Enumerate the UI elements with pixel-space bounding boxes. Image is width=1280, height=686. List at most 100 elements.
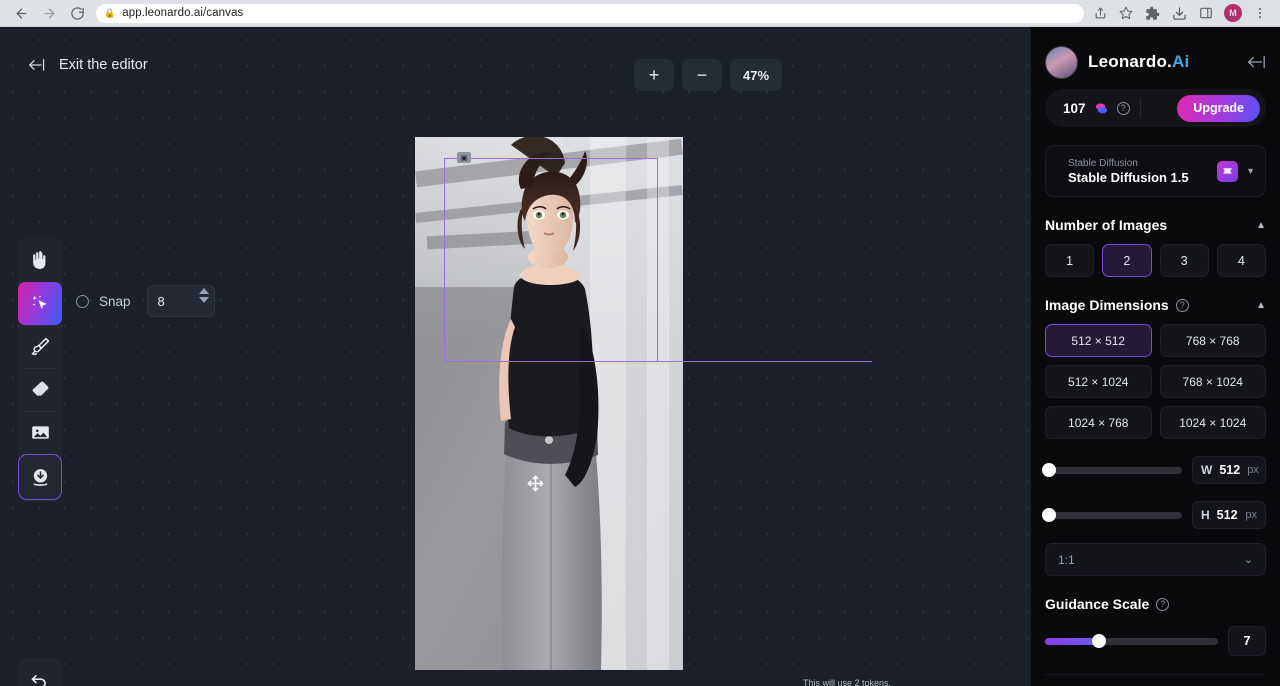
canvas-image[interactable] [415, 137, 683, 670]
brush-tool[interactable] [18, 325, 62, 368]
divider [1045, 674, 1266, 675]
chevron-down-icon[interactable]: ▼ [1246, 166, 1255, 176]
brand-avatar [1045, 46, 1078, 79]
url-text: app.leonardo.ai/canvas [122, 7, 243, 19]
hand-icon [30, 250, 51, 271]
image-tool[interactable] [18, 411, 62, 454]
token-usage-line: This will use 2 tokens. [793, 677, 891, 686]
browser-menu-button[interactable] [1248, 2, 1272, 24]
image-icon [30, 422, 51, 443]
collapse-panel-icon[interactable] [1246, 55, 1266, 69]
token-usage-note: This will use 2 tokens. 107 tokens remai… [793, 677, 891, 686]
image-count-option-4[interactable]: 4 [1217, 244, 1266, 277]
width-value: 512 [1219, 463, 1240, 477]
side-panel-icon [1199, 6, 1213, 20]
guidance-scale-knob[interactable] [1092, 634, 1106, 648]
bookmark-button[interactable] [1114, 2, 1138, 24]
image-dimensions-title: Image Dimensions [1045, 297, 1169, 313]
side-panel-button[interactable] [1194, 2, 1218, 24]
paintbrush-icon [30, 336, 51, 357]
chevron-down-icon[interactable]: ⌄ [1244, 553, 1253, 566]
dimension-option-512x1024[interactable]: 512 × 1024 [1045, 365, 1152, 398]
brand-name-text: Leonardo. [1088, 52, 1172, 71]
reload-button[interactable] [64, 2, 90, 24]
zoom-level-display[interactable]: 47% [730, 59, 782, 91]
guidance-scale-title: Guidance Scale [1045, 596, 1149, 612]
image-dimensions-options: 512 × 512 768 × 768 512 × 1024 768 × 102… [1045, 324, 1266, 439]
aspect-ratio-select[interactable]: 1:1 ⌄ [1045, 543, 1266, 576]
zoom-in-button[interactable]: + [634, 59, 674, 91]
model-selector[interactable]: Stable Diffusion Stable Diffusion 1.5 ▼ [1045, 145, 1266, 197]
height-label: H [1201, 508, 1210, 522]
back-button[interactable] [8, 2, 34, 24]
model-label: Stable Diffusion [1068, 157, 1209, 170]
dimension-option-768x1024[interactable]: 768 × 1024 [1160, 365, 1267, 398]
stepper-up-icon[interactable] [199, 288, 209, 294]
canvas-workspace[interactable]: Exit the editor + − 47% [0, 27, 1030, 686]
puzzle-icon [1145, 6, 1160, 21]
exit-editor-label: Exit the editor [59, 57, 148, 73]
token-count: 107 [1063, 101, 1086, 116]
extensions-button[interactable] [1140, 2, 1164, 24]
guidance-scale-value[interactable]: 7 [1228, 626, 1266, 656]
guidance-scale-slider[interactable] [1045, 638, 1218, 645]
forward-arrow-icon [42, 6, 57, 21]
chevron-up-icon[interactable]: ▲ [1256, 220, 1266, 231]
share-icon [1094, 7, 1107, 20]
back-arrow-icon [28, 58, 47, 72]
upgrade-button[interactable]: Upgrade [1177, 95, 1260, 122]
number-of-images-header[interactable]: Number of Images ▲ [1045, 217, 1266, 233]
settings-panel: Leonardo.Ai 107 ? Upgrade Stable Diffusi… [1030, 27, 1280, 686]
dimension-option-512x512[interactable]: 512 × 512 [1045, 324, 1152, 357]
eraser-tool[interactable] [18, 368, 62, 411]
move-cursor-icon [527, 475, 544, 492]
dimension-option-1024x1024[interactable]: 1024 × 1024 [1160, 406, 1267, 439]
height-slider[interactable] [1045, 512, 1182, 519]
snap-value: 8 [148, 294, 165, 309]
download-tool[interactable] [18, 454, 62, 500]
chevron-up-icon[interactable]: ▲ [1256, 300, 1266, 311]
snap-toggle-icon[interactable] [76, 295, 89, 308]
profile-button[interactable]: M [1221, 2, 1245, 24]
number-of-images-options: 1 2 3 4 [1045, 244, 1266, 277]
token-bar: 107 ? Upgrade [1045, 89, 1266, 127]
width-unit: px [1247, 464, 1259, 476]
snap-label: Snap [99, 294, 131, 309]
undo-icon [30, 670, 50, 686]
help-icon[interactable]: ? [1117, 102, 1130, 115]
help-icon[interactable]: ? [1156, 598, 1169, 611]
dimension-option-1024x768[interactable]: 1024 × 768 [1045, 406, 1152, 439]
forward-button[interactable] [36, 2, 62, 24]
exit-editor-button[interactable]: Exit the editor [28, 57, 148, 73]
image-count-option-1[interactable]: 1 [1045, 244, 1094, 277]
share-button[interactable] [1088, 2, 1112, 24]
selection-badge-icon[interactable]: ▣ [457, 152, 471, 163]
height-slider-row: H 512 px [1045, 501, 1266, 529]
hand-tool[interactable] [18, 239, 62, 282]
downloads-button[interactable] [1167, 2, 1191, 24]
magic-cursor-icon [30, 293, 51, 314]
image-count-option-3[interactable]: 3 [1160, 244, 1209, 277]
snap-stepper[interactable] [199, 288, 209, 303]
image-count-option-2[interactable]: 2 [1102, 244, 1151, 277]
height-slider-knob[interactable] [1042, 508, 1056, 522]
image-dimensions-header[interactable]: Image Dimensions ? ▲ [1045, 297, 1266, 313]
tool-rail [18, 237, 62, 502]
dimension-option-768x768[interactable]: 768 × 768 [1160, 324, 1267, 357]
undo-button[interactable] [18, 658, 62, 686]
brand-suffix-text: Ai [1172, 52, 1189, 71]
help-icon[interactable]: ? [1176, 299, 1189, 312]
snap-input[interactable]: 8 [147, 285, 215, 317]
height-unit: px [1245, 509, 1257, 521]
height-input[interactable]: H 512 px [1192, 501, 1266, 529]
zoom-out-button[interactable]: − [682, 59, 722, 91]
back-arrow-icon [14, 6, 29, 21]
width-slider-knob[interactable] [1042, 463, 1056, 477]
address-bar[interactable]: 🔒 app.leonardo.ai/canvas [96, 4, 1084, 23]
model-thumbnail-icon [1217, 161, 1238, 182]
width-input[interactable]: W 512 px [1192, 456, 1266, 484]
magic-select-tool[interactable] [18, 282, 62, 325]
width-slider[interactable] [1045, 467, 1182, 474]
stepper-down-icon[interactable] [199, 297, 209, 303]
lock-icon: 🔒 [104, 8, 115, 19]
